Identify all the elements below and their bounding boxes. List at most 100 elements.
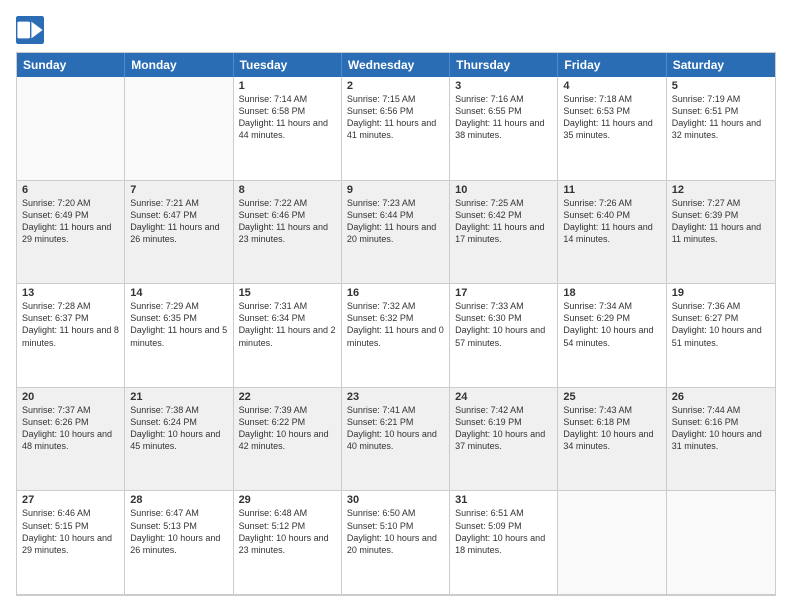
day-number: 7 [130, 184, 227, 196]
day-number: 23 [347, 391, 444, 403]
cell-content: Sunrise: 7:21 AM Sunset: 6:47 PM Dayligh… [130, 197, 227, 246]
day-number: 5 [672, 80, 770, 92]
day-header-wednesday: Wednesday [342, 53, 450, 77]
cell-content: Sunrise: 6:47 AM Sunset: 5:13 PM Dayligh… [130, 507, 227, 556]
day-header-saturday: Saturday [667, 53, 775, 77]
day-cell-23: 23Sunrise: 7:41 AM Sunset: 6:21 PM Dayli… [342, 388, 450, 492]
day-number: 1 [239, 80, 336, 92]
cell-content: Sunrise: 7:33 AM Sunset: 6:30 PM Dayligh… [455, 300, 552, 349]
day-cell-5: 5Sunrise: 7:19 AM Sunset: 6:51 PM Daylig… [667, 77, 775, 181]
day-cell-15: 15Sunrise: 7:31 AM Sunset: 6:34 PM Dayli… [234, 284, 342, 388]
empty-cell [667, 491, 775, 595]
day-cell-4: 4Sunrise: 7:18 AM Sunset: 6:53 PM Daylig… [558, 77, 666, 181]
day-cell-22: 22Sunrise: 7:39 AM Sunset: 6:22 PM Dayli… [234, 388, 342, 492]
cell-content: Sunrise: 6:50 AM Sunset: 5:10 PM Dayligh… [347, 507, 444, 556]
day-number: 13 [22, 287, 119, 299]
empty-cell [558, 491, 666, 595]
cell-content: Sunrise: 6:46 AM Sunset: 5:15 PM Dayligh… [22, 507, 119, 556]
day-number: 6 [22, 184, 119, 196]
day-number: 21 [130, 391, 227, 403]
day-cell-3: 3Sunrise: 7:16 AM Sunset: 6:55 PM Daylig… [450, 77, 558, 181]
day-cell-10: 10Sunrise: 7:25 AM Sunset: 6:42 PM Dayli… [450, 181, 558, 285]
day-cell-30: 30Sunrise: 6:50 AM Sunset: 5:10 PM Dayli… [342, 491, 450, 595]
day-number: 8 [239, 184, 336, 196]
empty-cell [17, 77, 125, 181]
logo [16, 16, 48, 44]
day-cell-19: 19Sunrise: 7:36 AM Sunset: 6:27 PM Dayli… [667, 284, 775, 388]
cell-content: Sunrise: 7:34 AM Sunset: 6:29 PM Dayligh… [563, 300, 660, 349]
cell-content: Sunrise: 7:44 AM Sunset: 6:16 PM Dayligh… [672, 404, 770, 453]
cell-content: Sunrise: 7:14 AM Sunset: 6:58 PM Dayligh… [239, 93, 336, 142]
cell-content: Sunrise: 7:15 AM Sunset: 6:56 PM Dayligh… [347, 93, 444, 142]
day-cell-27: 27Sunrise: 6:46 AM Sunset: 5:15 PM Dayli… [17, 491, 125, 595]
calendar: SundayMondayTuesdayWednesdayThursdayFrid… [16, 52, 776, 596]
day-number: 19 [672, 287, 770, 299]
day-cell-7: 7Sunrise: 7:21 AM Sunset: 6:47 PM Daylig… [125, 181, 233, 285]
day-number: 29 [239, 494, 336, 506]
cell-content: Sunrise: 7:29 AM Sunset: 6:35 PM Dayligh… [130, 300, 227, 349]
general-blue-icon [16, 16, 44, 44]
day-number: 10 [455, 184, 552, 196]
day-number: 4 [563, 80, 660, 92]
day-cell-17: 17Sunrise: 7:33 AM Sunset: 6:30 PM Dayli… [450, 284, 558, 388]
day-cell-31: 31Sunrise: 6:51 AM Sunset: 5:09 PM Dayli… [450, 491, 558, 595]
cell-content: Sunrise: 7:27 AM Sunset: 6:39 PM Dayligh… [672, 197, 770, 246]
cell-content: Sunrise: 7:28 AM Sunset: 6:37 PM Dayligh… [22, 300, 119, 349]
day-cell-18: 18Sunrise: 7:34 AM Sunset: 6:29 PM Dayli… [558, 284, 666, 388]
day-cell-24: 24Sunrise: 7:42 AM Sunset: 6:19 PM Dayli… [450, 388, 558, 492]
day-number: 15 [239, 287, 336, 299]
cell-content: Sunrise: 7:25 AM Sunset: 6:42 PM Dayligh… [455, 197, 552, 246]
calendar-body: 1Sunrise: 7:14 AM Sunset: 6:58 PM Daylig… [17, 77, 775, 595]
day-cell-2: 2Sunrise: 7:15 AM Sunset: 6:56 PM Daylig… [342, 77, 450, 181]
cell-content: Sunrise: 7:43 AM Sunset: 6:18 PM Dayligh… [563, 404, 660, 453]
day-cell-16: 16Sunrise: 7:32 AM Sunset: 6:32 PM Dayli… [342, 284, 450, 388]
cell-content: Sunrise: 6:51 AM Sunset: 5:09 PM Dayligh… [455, 507, 552, 556]
cell-content: Sunrise: 7:41 AM Sunset: 6:21 PM Dayligh… [347, 404, 444, 453]
cell-content: Sunrise: 7:39 AM Sunset: 6:22 PM Dayligh… [239, 404, 336, 453]
day-cell-6: 6Sunrise: 7:20 AM Sunset: 6:49 PM Daylig… [17, 181, 125, 285]
cell-content: Sunrise: 7:22 AM Sunset: 6:46 PM Dayligh… [239, 197, 336, 246]
day-number: 2 [347, 80, 444, 92]
day-cell-13: 13Sunrise: 7:28 AM Sunset: 6:37 PM Dayli… [17, 284, 125, 388]
day-number: 9 [347, 184, 444, 196]
page: SundayMondayTuesdayWednesdayThursdayFrid… [0, 0, 792, 612]
day-cell-1: 1Sunrise: 7:14 AM Sunset: 6:58 PM Daylig… [234, 77, 342, 181]
day-number: 11 [563, 184, 660, 196]
day-cell-20: 20Sunrise: 7:37 AM Sunset: 6:26 PM Dayli… [17, 388, 125, 492]
day-cell-14: 14Sunrise: 7:29 AM Sunset: 6:35 PM Dayli… [125, 284, 233, 388]
day-number: 18 [563, 287, 660, 299]
cell-content: Sunrise: 7:19 AM Sunset: 6:51 PM Dayligh… [672, 93, 770, 142]
cell-content: Sunrise: 7:18 AM Sunset: 6:53 PM Dayligh… [563, 93, 660, 142]
day-number: 27 [22, 494, 119, 506]
day-header-sunday: Sunday [17, 53, 125, 77]
day-cell-21: 21Sunrise: 7:38 AM Sunset: 6:24 PM Dayli… [125, 388, 233, 492]
day-number: 26 [672, 391, 770, 403]
header [16, 16, 776, 44]
day-cell-25: 25Sunrise: 7:43 AM Sunset: 6:18 PM Dayli… [558, 388, 666, 492]
day-number: 20 [22, 391, 119, 403]
cell-content: Sunrise: 7:37 AM Sunset: 6:26 PM Dayligh… [22, 404, 119, 453]
day-cell-8: 8Sunrise: 7:22 AM Sunset: 6:46 PM Daylig… [234, 181, 342, 285]
day-cell-28: 28Sunrise: 6:47 AM Sunset: 5:13 PM Dayli… [125, 491, 233, 595]
day-header-friday: Friday [558, 53, 666, 77]
day-number: 14 [130, 287, 227, 299]
day-number: 30 [347, 494, 444, 506]
day-cell-11: 11Sunrise: 7:26 AM Sunset: 6:40 PM Dayli… [558, 181, 666, 285]
day-number: 17 [455, 287, 552, 299]
day-cell-26: 26Sunrise: 7:44 AM Sunset: 6:16 PM Dayli… [667, 388, 775, 492]
cell-content: Sunrise: 6:48 AM Sunset: 5:12 PM Dayligh… [239, 507, 336, 556]
day-cell-29: 29Sunrise: 6:48 AM Sunset: 5:12 PM Dayli… [234, 491, 342, 595]
day-number: 28 [130, 494, 227, 506]
empty-cell [125, 77, 233, 181]
cell-content: Sunrise: 7:16 AM Sunset: 6:55 PM Dayligh… [455, 93, 552, 142]
day-number: 16 [347, 287, 444, 299]
day-cell-9: 9Sunrise: 7:23 AM Sunset: 6:44 PM Daylig… [342, 181, 450, 285]
cell-content: Sunrise: 7:20 AM Sunset: 6:49 PM Dayligh… [22, 197, 119, 246]
cell-content: Sunrise: 7:31 AM Sunset: 6:34 PM Dayligh… [239, 300, 336, 349]
day-number: 12 [672, 184, 770, 196]
calendar-header: SundayMondayTuesdayWednesdayThursdayFrid… [17, 53, 775, 77]
day-header-tuesday: Tuesday [234, 53, 342, 77]
cell-content: Sunrise: 7:42 AM Sunset: 6:19 PM Dayligh… [455, 404, 552, 453]
cell-content: Sunrise: 7:38 AM Sunset: 6:24 PM Dayligh… [130, 404, 227, 453]
cell-content: Sunrise: 7:32 AM Sunset: 6:32 PM Dayligh… [347, 300, 444, 349]
